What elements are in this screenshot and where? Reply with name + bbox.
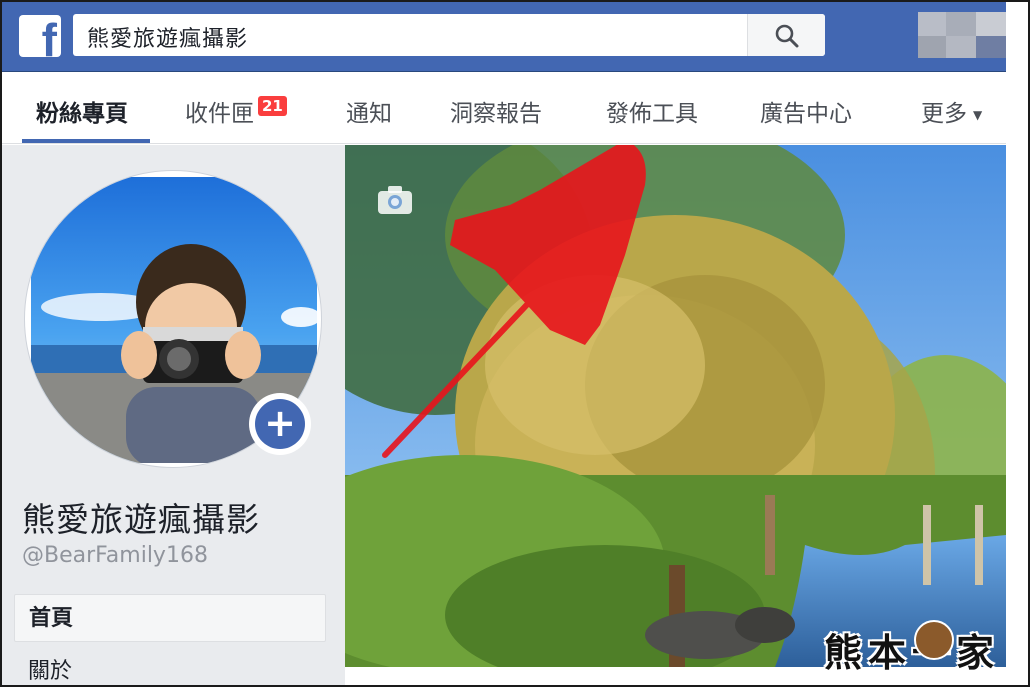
search-input[interactable]: 熊愛旅遊瘋攝影: [87, 21, 248, 53]
tab-publishing-tools[interactable]: 發佈工具: [606, 94, 698, 128]
search-box[interactable]: 熊愛旅遊瘋攝影: [73, 14, 825, 56]
tab-notifications[interactable]: 通知: [346, 94, 392, 128]
tab-inbox[interactable]: 收件匣 21: [185, 94, 287, 128]
tab-inbox-label: 收件匣: [185, 101, 254, 127]
page-tabs-bar: 粉絲專頁 收件匣 21 通知 洞察報告 發佈工具 廣告中心 更多 ▼: [2, 72, 1006, 144]
top-navigation-bar: f 熊愛旅遊瘋攝影: [2, 2, 1006, 72]
tab-more-label: 更多: [921, 101, 967, 127]
tab-insights[interactable]: 洞察報告: [450, 94, 542, 128]
facebook-logo-icon[interactable]: f: [19, 15, 61, 57]
dropdown-caret-icon: ▼: [973, 107, 983, 122]
add-profile-photo-button[interactable]: +: [249, 393, 311, 455]
right-margin: [1006, 2, 1028, 685]
sidebar-item-home[interactable]: 首頁: [14, 594, 326, 642]
cover-photo-image: [345, 145, 1006, 667]
search-button[interactable]: [747, 14, 825, 56]
bear-icon: [914, 620, 954, 660]
tab-ad-center[interactable]: 廣告中心: [760, 94, 852, 128]
sidebar-item-about[interactable]: 關於: [14, 648, 326, 685]
inbox-count-badge: 21: [258, 96, 287, 116]
search-icon: [775, 24, 799, 48]
active-tab-indicator: [22, 139, 150, 143]
camera-icon[interactable]: [377, 185, 413, 219]
cover-photo[interactable]: [345, 145, 1006, 667]
tab-page[interactable]: 粉絲專頁: [36, 94, 128, 128]
left-sidebar: + 熊愛旅遊瘋攝影 @BearFamily168 首頁 關於: [2, 145, 345, 685]
blurred-profile-avatar[interactable]: [918, 12, 1006, 58]
page-title: 熊愛旅遊瘋攝影: [22, 500, 260, 539]
tab-more[interactable]: 更多 ▼: [921, 94, 982, 128]
watermark-logo: 熊本一家: [824, 630, 1001, 675]
screenshot-frame: f 熊愛旅遊瘋攝影 粉絲專頁 收件匣 21 通知 洞察報告 發佈工具 廣告中心 …: [0, 0, 1030, 687]
plus-icon: +: [255, 399, 305, 449]
page-username[interactable]: @BearFamily168: [22, 543, 208, 568]
